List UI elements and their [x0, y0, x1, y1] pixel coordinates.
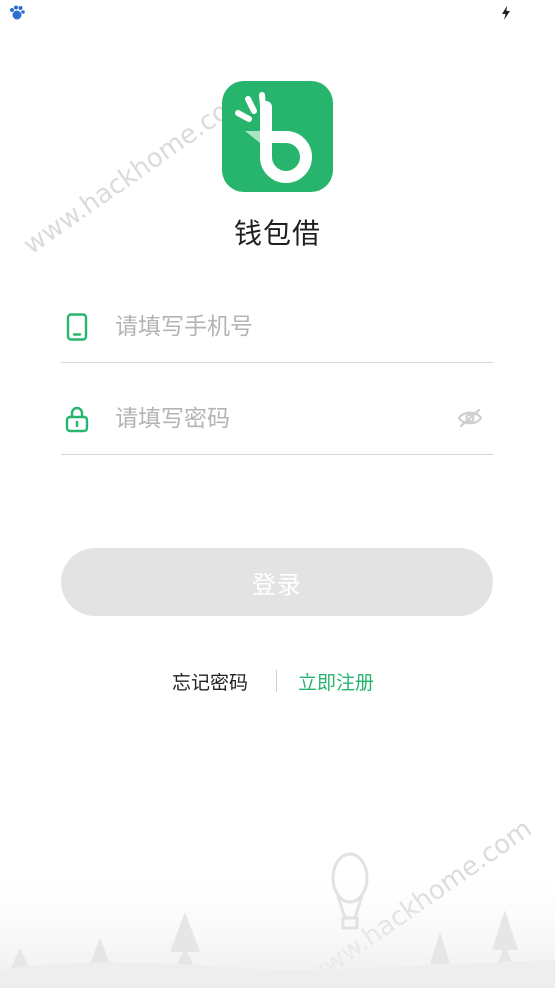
paw-notification-icon	[10, 5, 25, 20]
forgot-password-link[interactable]: 忘记密码	[172, 668, 248, 695]
register-link[interactable]: 立即注册	[298, 668, 374, 695]
password-input[interactable]	[115, 397, 445, 441]
eye-hidden-icon[interactable]	[457, 407, 483, 429]
phone-input[interactable]	[115, 305, 445, 349]
lock-icon	[65, 406, 89, 433]
logo-icon	[222, 81, 333, 192]
link-divider	[276, 670, 277, 692]
phone-icon	[66, 313, 88, 341]
password-field	[61, 383, 493, 455]
app-logo	[222, 81, 333, 192]
app-title: 钱包借	[233, 217, 321, 250]
charging-icon	[502, 6, 510, 20]
forest-scenery-illustration	[0, 852, 555, 988]
phone-field	[61, 291, 493, 363]
auth-links: 忘记密码 立即注册	[0, 668, 555, 698]
status-bar	[0, 0, 555, 28]
login-button[interactable]: 登录	[61, 548, 493, 616]
